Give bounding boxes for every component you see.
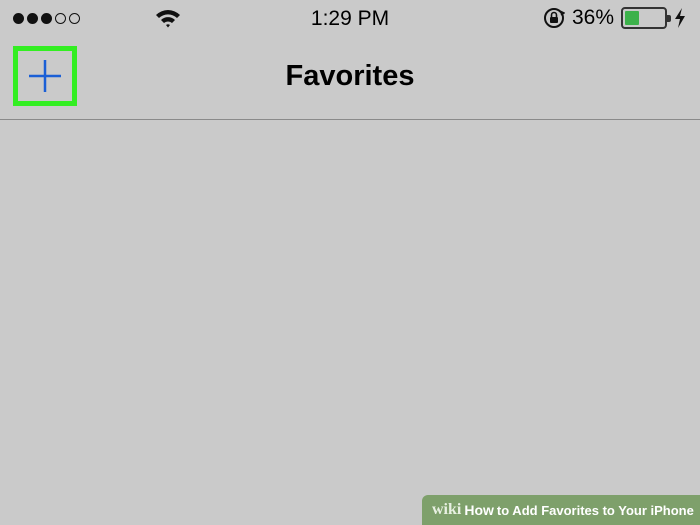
navigation-bar: Favorites <box>0 38 700 120</box>
watermark-title: to Add Favorites to Your iPhone <box>496 502 694 518</box>
rotation-lock-icon <box>543 8 565 28</box>
battery-icon <box>621 7 671 29</box>
page-title: Favorites <box>285 60 415 92</box>
watermark-how: How <box>464 502 494 518</box>
favorites-list-empty <box>0 121 700 525</box>
status-bar: 1:29 PM 36% <box>0 0 700 38</box>
charging-bolt-icon <box>675 8 685 28</box>
status-right: 36% <box>543 6 686 30</box>
wikihow-watermark: wiki How to Add Favorites to Your iPhone <box>422 495 700 525</box>
watermark-brand: wiki <box>432 501 462 518</box>
battery-percent: 36% <box>571 6 614 29</box>
battery-fill <box>625 11 639 25</box>
battery-cap <box>667 15 671 22</box>
